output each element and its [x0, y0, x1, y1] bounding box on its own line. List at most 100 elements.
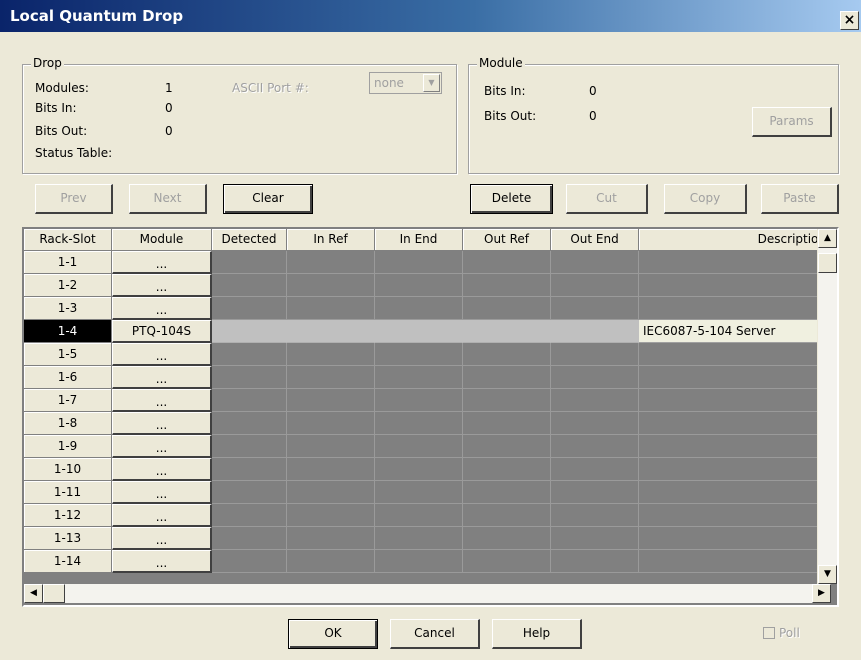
poll-checkbox[interactable]: [763, 627, 775, 639]
grid-cell[interactable]: [287, 458, 375, 481]
grid-cell[interactable]: [287, 343, 375, 366]
grid-cell[interactable]: [551, 251, 639, 274]
scroll-up-icon[interactable]: ▲: [818, 229, 837, 248]
copy-button[interactable]: Copy: [664, 184, 747, 214]
cut-button[interactable]: Cut: [566, 184, 648, 214]
rack-slot-cell[interactable]: 1-14: [24, 550, 112, 573]
grid-cell[interactable]: [551, 412, 639, 435]
scroll-right-icon[interactable]: ▶: [812, 584, 831, 603]
grid-cell[interactable]: [212, 320, 287, 343]
delete-button[interactable]: Delete: [470, 184, 553, 214]
grid-cell[interactable]: [639, 389, 831, 412]
module-select-button[interactable]: ...: [112, 343, 212, 366]
module-select-button[interactable]: ...: [112, 412, 212, 435]
grid-cell[interactable]: [551, 366, 639, 389]
grid-cell[interactable]: IEC6087-5-104 Server: [639, 320, 831, 343]
grid-cell[interactable]: [639, 412, 831, 435]
module-select-button[interactable]: PTQ-104S: [112, 320, 212, 343]
module-select-button[interactable]: ...: [112, 527, 212, 550]
grid-cell[interactable]: [463, 412, 551, 435]
header-in-end[interactable]: In End: [375, 229, 463, 251]
paste-button[interactable]: Paste: [761, 184, 839, 214]
header-in-ref[interactable]: In Ref: [287, 229, 375, 251]
horizontal-scrollbar[interactable]: ◀ ▶: [24, 584, 831, 603]
grid-cell[interactable]: [639, 481, 831, 504]
grid-cell[interactable]: [551, 458, 639, 481]
grid-cell[interactable]: [639, 550, 831, 573]
grid-cell[interactable]: [212, 251, 287, 274]
grid-cell[interactable]: [375, 527, 463, 550]
header-out-ref[interactable]: Out Ref: [463, 229, 551, 251]
grid-cell[interactable]: [639, 251, 831, 274]
header-description[interactable]: Description: [639, 229, 831, 251]
grid-cell[interactable]: [375, 504, 463, 527]
grid-cell[interactable]: [639, 458, 831, 481]
grid-cell[interactable]: [639, 527, 831, 550]
scroll-down-icon[interactable]: ▼: [818, 565, 837, 584]
grid-cell[interactable]: [287, 389, 375, 412]
grid-cell[interactable]: [551, 343, 639, 366]
module-select-button[interactable]: ...: [112, 435, 212, 458]
grid-cell[interactable]: [287, 251, 375, 274]
grid-cell[interactable]: [463, 435, 551, 458]
grid-cell[interactable]: [375, 458, 463, 481]
module-select-button[interactable]: ...: [112, 458, 212, 481]
rack-slot-cell[interactable]: 1-8: [24, 412, 112, 435]
grid-cell[interactable]: [551, 389, 639, 412]
rack-slot-cell[interactable]: 1-12: [24, 504, 112, 527]
grid-cell[interactable]: [212, 297, 287, 320]
grid-cell[interactable]: [287, 481, 375, 504]
grid-cell[interactable]: [212, 366, 287, 389]
grid-cell[interactable]: [551, 481, 639, 504]
module-select-button[interactable]: ...: [112, 274, 212, 297]
grid-cell[interactable]: [287, 435, 375, 458]
grid-cell[interactable]: [287, 320, 375, 343]
scroll-thumb[interactable]: [818, 253, 837, 273]
grid-cell[interactable]: [463, 320, 551, 343]
grid-cell[interactable]: [212, 481, 287, 504]
header-detected[interactable]: Detected: [212, 229, 287, 251]
grid-cell[interactable]: [287, 297, 375, 320]
grid-cell[interactable]: [463, 481, 551, 504]
module-select-button[interactable]: ...: [112, 297, 212, 320]
grid-cell[interactable]: [463, 274, 551, 297]
rack-slot-cell[interactable]: 1-11: [24, 481, 112, 504]
module-grid[interactable]: Rack-Slot Module Detected In Ref In End Out R…: [22, 227, 839, 607]
ascii-port-select[interactable]: none ▼: [369, 72, 442, 94]
ok-button[interactable]: OK: [288, 619, 378, 649]
rack-slot-cell[interactable]: 1-10: [24, 458, 112, 481]
rack-slot-cell[interactable]: 1-2: [24, 274, 112, 297]
prev-button[interactable]: Prev: [35, 184, 113, 214]
grid-cell[interactable]: [212, 274, 287, 297]
grid-cell[interactable]: [375, 251, 463, 274]
grid-cell[interactable]: [212, 504, 287, 527]
grid-cell[interactable]: [639, 297, 831, 320]
grid-cell[interactable]: [375, 412, 463, 435]
scroll-left-icon[interactable]: ◀: [24, 584, 43, 603]
grid-cell[interactable]: [463, 343, 551, 366]
header-out-end[interactable]: Out End: [551, 229, 639, 251]
grid-cell[interactable]: [375, 389, 463, 412]
grid-cell[interactable]: [375, 320, 463, 343]
grid-cell[interactable]: [551, 297, 639, 320]
grid-cell[interactable]: [287, 550, 375, 573]
grid-cell[interactable]: [375, 274, 463, 297]
grid-cell[interactable]: [639, 366, 831, 389]
grid-cell[interactable]: [463, 366, 551, 389]
module-select-button[interactable]: ...: [112, 481, 212, 504]
grid-cell[interactable]: [463, 527, 551, 550]
params-button[interactable]: Params: [752, 107, 832, 137]
grid-cell[interactable]: [639, 435, 831, 458]
grid-cell[interactable]: [375, 435, 463, 458]
grid-cell[interactable]: [287, 504, 375, 527]
grid-cell[interactable]: [463, 251, 551, 274]
rack-slot-cell[interactable]: 1-3: [24, 297, 112, 320]
rack-slot-cell[interactable]: 1-9: [24, 435, 112, 458]
grid-cell[interactable]: [375, 343, 463, 366]
grid-cell[interactable]: [463, 504, 551, 527]
grid-cell[interactable]: [551, 320, 639, 343]
grid-cell[interactable]: [287, 527, 375, 550]
module-select-button[interactable]: ...: [112, 550, 212, 573]
grid-cell[interactable]: [212, 389, 287, 412]
grid-cell[interactable]: [212, 550, 287, 573]
